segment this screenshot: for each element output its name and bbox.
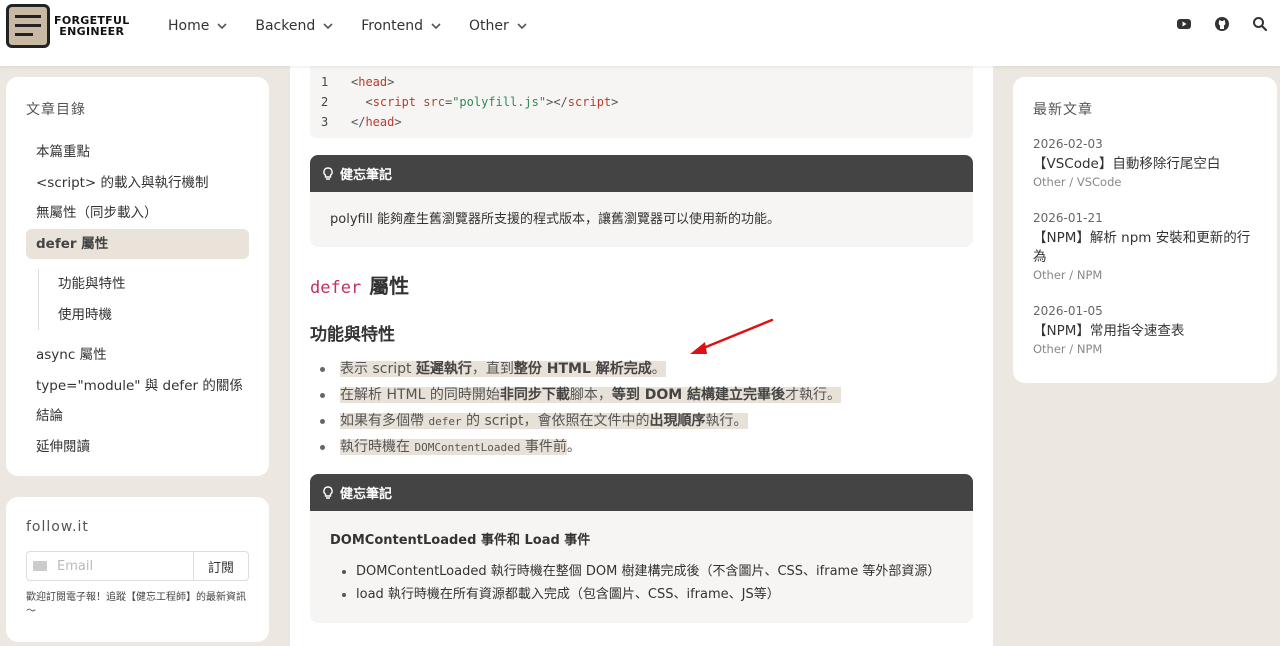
main-nav: Home Backend Frontend Other — [168, 0, 555, 52]
post-category[interactable]: Other / NPM — [1033, 268, 1257, 282]
nav-item-label: Other — [469, 18, 509, 34]
nav-item-label: Home — [168, 18, 210, 34]
heading-code-word: defer — [310, 278, 362, 298]
list-item: 表示 script 延遲執行，直到整份 HTML 解析完成。 — [310, 356, 950, 382]
subscribe-form: Email 訂閱 — [26, 551, 249, 581]
recent-posts-card: 最新文章 2026-02-03 【VSCode】自動移除行尾空白 Other /… — [1013, 77, 1277, 383]
annotation-arrow — [690, 318, 774, 354]
mail-icon — [33, 561, 47, 571]
post-category[interactable]: Other / VSCode — [1033, 175, 1257, 189]
toc-item[interactable]: <script> 的載入與執行機制 — [26, 168, 249, 199]
heading-text: 屬性 — [369, 274, 410, 298]
youtube-icon[interactable] — [1176, 16, 1192, 32]
toc-sub-item[interactable]: 功能與特性 — [49, 269, 249, 300]
article-main: 1 <head> 2 <script src="polyfill.js"></s… — [290, 66, 993, 646]
post-date: 2026-01-21 — [1033, 211, 1103, 225]
header-icons — [1154, 16, 1268, 32]
toc-item[interactable]: 延伸閱讀 — [26, 432, 249, 463]
recent-post: 2026-01-21 【NPM】解析 npm 安裝和更新的行為 Other / … — [1033, 211, 1257, 282]
post-title-link[interactable]: 【NPM】常用指令速查表 — [1033, 322, 1257, 341]
list-item: 如果有多個帶 defer 的 script，會依照在文件中的出現順序執行。 — [310, 408, 950, 434]
toc-item[interactable]: async 屬性 — [26, 340, 249, 371]
chevron-down-icon — [323, 23, 333, 30]
note-header: 健忘筆記 — [310, 155, 973, 192]
post-category[interactable]: Other / NPM — [1033, 342, 1257, 356]
note-box: 健忘筆記 DOMContentLoaded 事件和 Load 事件 DOMCon… — [310, 474, 973, 623]
toc-item[interactable]: type="module" 與 defer 的關係 — [26, 371, 249, 402]
recent-post: 2026-02-03 【VSCode】自動移除行尾空白 Other / VSCo… — [1033, 137, 1257, 189]
post-date: 2026-02-03 — [1033, 137, 1103, 151]
recent-title: 最新文章 — [1033, 102, 1093, 118]
nav-item-label: Backend — [255, 18, 316, 34]
lightbulb-icon — [323, 485, 333, 499]
note-title: 健忘筆記 — [340, 168, 393, 183]
feature-list: 表示 script 延遲執行，直到整份 HTML 解析完成。 在解析 HTML … — [310, 356, 950, 460]
section-heading: defer 屬性 — [310, 270, 409, 299]
line-number: 2 — [321, 95, 329, 109]
subsection-heading: 功能與特性 — [310, 325, 395, 345]
toc-sub-item[interactable]: 使用時機 — [49, 300, 249, 331]
nav-item-other[interactable]: Other — [469, 18, 529, 34]
follow-title: follow.it — [26, 519, 89, 535]
chevron-down-icon — [217, 23, 227, 30]
search-icon[interactable] — [1252, 16, 1268, 32]
logo-text: FORGETFUL ENGINEER — [54, 14, 130, 38]
nav-item-backend[interactable]: Backend — [255, 18, 335, 34]
list-item: DOMContentLoaded 執行時機在整個 DOM 樹建構完成後（不含圖片… — [330, 560, 953, 583]
code-line: 3 </head> — [310, 112, 973, 132]
nav-item-label: Frontend — [361, 18, 424, 34]
note-box: 健忘筆記 polyfill 能夠產生舊瀏覽器所支援的程式版本，讓舊瀏覽器可以使用… — [310, 155, 973, 247]
line-number: 3 — [321, 115, 329, 129]
note-header: 健忘筆記 — [310, 474, 973, 511]
site-header: FORGETFUL ENGINEER Home Backend Frontend… — [0, 0, 1280, 66]
list-item: load 執行時機在所有資源都載入完成（包含圖片、CSS、iframe、JS等） — [330, 583, 953, 606]
follow-note: 歡迎訂閱電子報！追蹤【健忘工程師】的最新資訊～ — [26, 592, 246, 617]
line-number: 1 — [321, 75, 329, 89]
recent-post: 2026-01-05 【NPM】常用指令速查表 Other / NPM — [1033, 304, 1257, 356]
post-title-link[interactable]: 【VSCode】自動移除行尾空白 — [1033, 155, 1257, 174]
nav-item-home[interactable]: Home — [168, 18, 229, 34]
toc-card: 文章目錄 本篇重點 <script> 的載入與執行機制 無屬性（同步載入） de… — [6, 77, 269, 476]
toc-item[interactable]: 無屬性（同步載入） — [26, 198, 249, 229]
code-line: 1 <head> — [310, 72, 973, 92]
note-body: polyfill 能夠產生舊瀏覽器所支援的程式版本，讓舊瀏覽器可以使用新的功能。 — [330, 212, 781, 227]
toc-item[interactable]: 本篇重點 — [26, 137, 249, 168]
toc-item[interactable]: 結論 — [26, 401, 249, 432]
lightbulb-icon — [323, 166, 333, 180]
logo-mark-icon — [6, 4, 50, 48]
github-icon[interactable] — [1214, 16, 1230, 32]
toc-sub-list: 功能與特性 使用時機 — [38, 269, 249, 330]
site-logo[interactable]: FORGETFUL ENGINEER — [6, 4, 130, 48]
post-title-link[interactable]: 【NPM】解析 npm 安裝和更新的行為 — [1033, 229, 1257, 267]
subscribe-button[interactable]: 訂閱 — [194, 552, 248, 580]
email-placeholder: Email — [57, 558, 94, 574]
post-date: 2026-01-05 — [1033, 304, 1103, 318]
note-subtitle: DOMContentLoaded 事件和 Load 事件 — [330, 533, 591, 548]
email-field[interactable]: Email — [27, 552, 194, 580]
chevron-down-icon — [517, 23, 527, 30]
follow-card: follow.it Email 訂閱 歡迎訂閱電子報！追蹤【健忘工程師】的最新資… — [6, 497, 269, 642]
list-item: 執行時機在 DOMContentLoaded 事件前。 — [310, 434, 950, 460]
note-list: DOMContentLoaded 執行時機在整個 DOM 樹建構完成後（不含圖片… — [330, 560, 953, 606]
note-title: 健忘筆記 — [340, 487, 393, 502]
chevron-down-icon — [431, 23, 441, 30]
code-line: 2 <script src="polyfill.js"></script> — [310, 92, 973, 112]
toc-title: 文章目錄 — [26, 102, 86, 118]
nav-item-frontend[interactable]: Frontend — [361, 18, 443, 34]
list-item: 在解析 HTML 的同時開始非同步下載腳本，等到 DOM 結構建立完畢後才執行。 — [310, 382, 950, 408]
note-body: DOMContentLoaded 事件和 Load 事件 DOMContentL… — [310, 511, 973, 606]
code-block: 1 <head> 2 <script src="polyfill.js"></s… — [310, 66, 973, 138]
toc-item-active[interactable]: defer 屬性 — [26, 228, 249, 259]
